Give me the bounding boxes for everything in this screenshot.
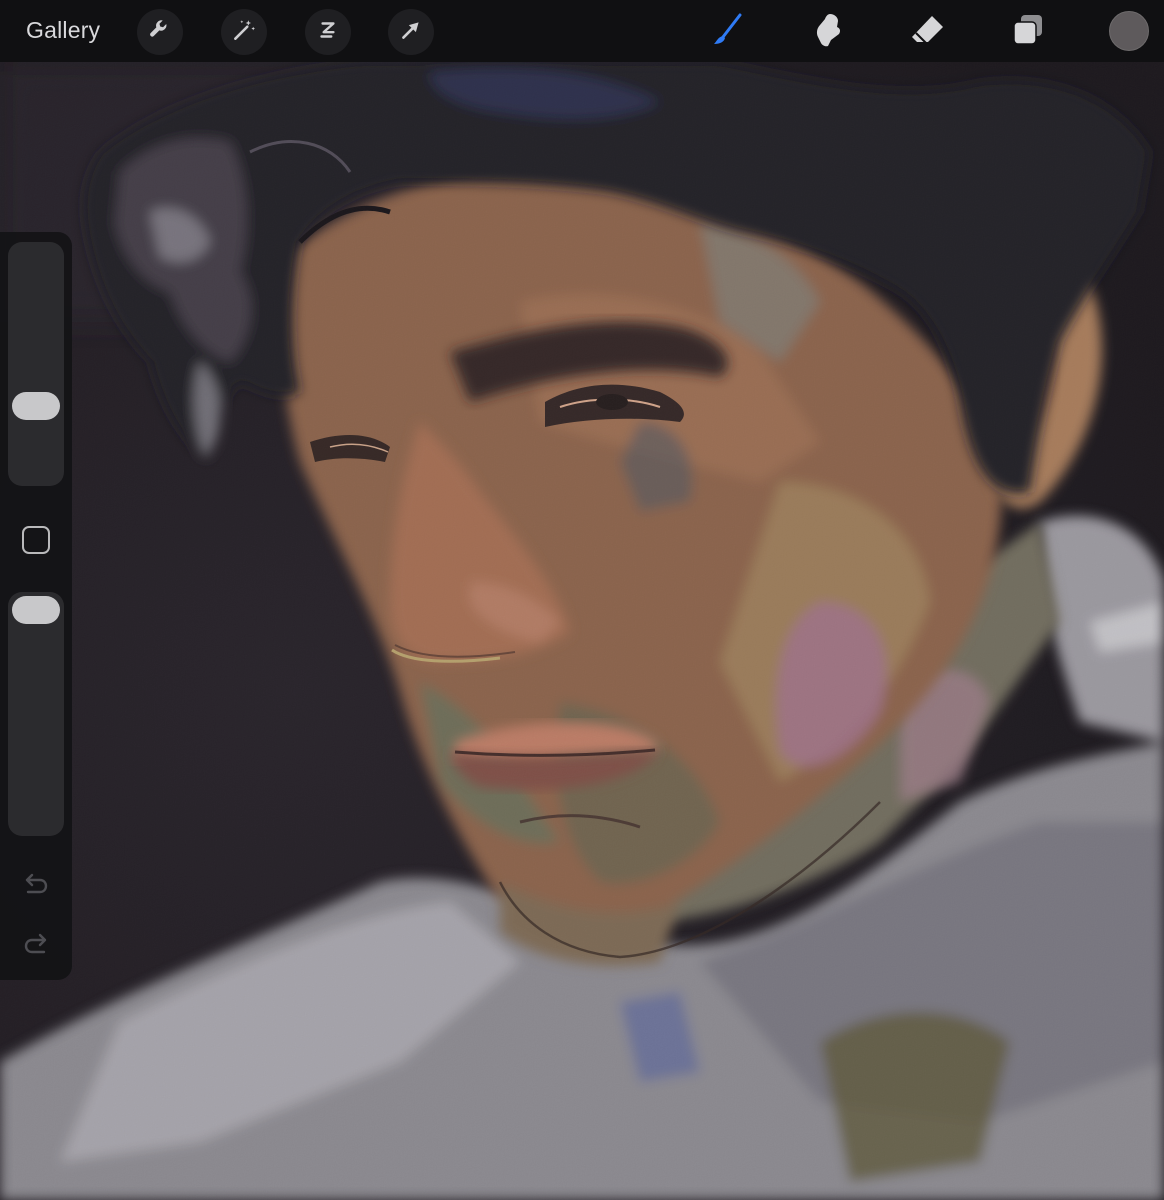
layers-tool[interactable] xyxy=(1003,8,1053,56)
transform-button[interactable] xyxy=(388,9,434,55)
adjustments-button[interactable] xyxy=(221,9,267,55)
portrait-painting xyxy=(0,62,1164,1200)
actions-button[interactable] xyxy=(137,9,183,55)
selection-icon xyxy=(315,17,341,48)
undo-button[interactable] xyxy=(18,866,54,902)
layers-icon xyxy=(1008,10,1048,55)
top-toolbar: Gallery xyxy=(0,0,1164,62)
eraser-icon xyxy=(908,10,948,55)
selection-button[interactable] xyxy=(305,9,351,55)
color-swatch[interactable] xyxy=(1109,11,1149,51)
undo-icon xyxy=(18,873,54,906)
modify-button[interactable] xyxy=(20,524,52,556)
redo-icon xyxy=(18,933,54,966)
brush-size-slider[interactable] xyxy=(8,242,64,486)
wrench-icon xyxy=(147,17,173,48)
brush-icon xyxy=(709,10,749,55)
opacity-thumb[interactable] xyxy=(12,596,60,624)
modify-square-icon xyxy=(22,526,50,554)
redo-button[interactable] xyxy=(18,926,54,962)
brush-tool[interactable] xyxy=(704,8,754,56)
smudge-icon xyxy=(808,10,848,55)
eraser-tool[interactable] xyxy=(903,8,953,56)
transform-arrow-icon xyxy=(398,17,424,48)
opacity-slider[interactable] xyxy=(8,592,64,836)
magic-wand-icon xyxy=(231,17,257,48)
brush-size-thumb[interactable] xyxy=(12,391,60,420)
gallery-button[interactable]: Gallery xyxy=(26,17,100,44)
smudge-tool[interactable] xyxy=(803,8,853,56)
side-bar xyxy=(0,232,72,980)
drawing-canvas[interactable] xyxy=(0,62,1164,1200)
